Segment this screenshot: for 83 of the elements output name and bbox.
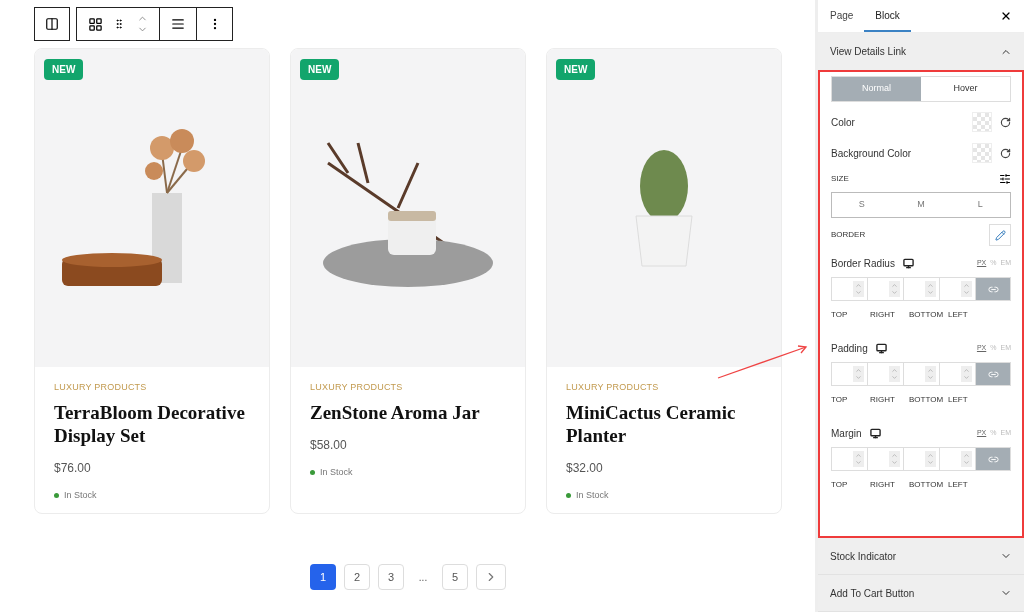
page-button[interactable]: 1 bbox=[310, 564, 336, 590]
product-price: $32.00 bbox=[566, 459, 604, 477]
new-badge: NEW bbox=[300, 59, 340, 80]
section-title: View Details Link bbox=[830, 45, 906, 59]
section-header[interactable]: Add To Cart Button bbox=[818, 575, 1024, 612]
stock-status: In Stock bbox=[64, 488, 97, 502]
stepper-icon[interactable] bbox=[889, 451, 900, 467]
border-label: BORDER bbox=[831, 229, 866, 241]
stepper-icon[interactable] bbox=[961, 281, 972, 297]
link-values-button[interactable] bbox=[976, 363, 1010, 385]
link-values-button[interactable] bbox=[976, 278, 1010, 300]
stepper-icon[interactable] bbox=[853, 366, 864, 382]
product-title[interactable]: ZenStone Aroma Jar bbox=[310, 400, 506, 424]
size-option[interactable]: S bbox=[832, 193, 892, 217]
product-card[interactable]: NEW LUXURY PRODUCTS MiniCactus Ceramic Planter $32.00 In Stock bbox=[546, 48, 782, 514]
color-label: Background Color bbox=[831, 146, 912, 161]
section-header[interactable]: View Details Link bbox=[818, 33, 1024, 70]
color-label: Color bbox=[831, 115, 855, 130]
stock-status: In Stock bbox=[576, 488, 609, 502]
size-option[interactable]: M bbox=[891, 193, 951, 217]
desktop-icon[interactable] bbox=[875, 343, 887, 354]
section-header[interactable]: Stock Indicator bbox=[818, 538, 1024, 575]
product-price: $58.00 bbox=[310, 436, 348, 454]
side-label: TOP bbox=[831, 394, 849, 406]
side-label: BOTTOM bbox=[909, 394, 945, 406]
sliders-icon[interactable] bbox=[999, 173, 1011, 185]
stepper-icon[interactable] bbox=[925, 366, 936, 382]
link-values-button[interactable] bbox=[976, 448, 1010, 470]
product-title[interactable]: TerraBloom Decorative Display Set bbox=[54, 400, 250, 447]
product-category: LUXURY PRODUCTS bbox=[54, 381, 148, 394]
sidebar-tab[interactable]: Page bbox=[830, 0, 865, 32]
edit-border-button[interactable] bbox=[989, 224, 1011, 246]
section-title: Stock Indicator bbox=[830, 549, 897, 564]
side-label: RIGHT bbox=[870, 394, 896, 406]
side-label: TOP bbox=[831, 309, 849, 321]
reset-icon[interactable] bbox=[1000, 147, 1011, 159]
pagination-ellipsis: ... bbox=[417, 570, 429, 585]
spacing-label: Padding bbox=[831, 342, 868, 356]
side-label: LEFT bbox=[948, 479, 969, 491]
stepper-icon[interactable] bbox=[925, 451, 936, 467]
grid-icon bbox=[87, 16, 103, 32]
size-label: SIZE bbox=[831, 173, 849, 185]
product-title[interactable]: MiniCactus Ceramic Planter bbox=[566, 400, 762, 447]
pencil-icon bbox=[994, 229, 1006, 241]
color-swatch[interactable] bbox=[972, 112, 992, 132]
stepper-icon[interactable] bbox=[853, 281, 864, 297]
block-type-button[interactable] bbox=[34, 7, 70, 41]
new-badge: NEW bbox=[44, 59, 84, 80]
product-category: LUXURY PRODUCTS bbox=[566, 381, 660, 394]
stepper-icon[interactable] bbox=[961, 451, 972, 467]
stepper-icon[interactable] bbox=[889, 281, 900, 297]
product-category: LUXURY PRODUCTS bbox=[310, 381, 404, 394]
side-label: BOTTOM bbox=[909, 479, 945, 491]
desktop-icon[interactable] bbox=[902, 258, 914, 269]
stepper-icon[interactable] bbox=[853, 451, 864, 467]
color-swatch[interactable] bbox=[972, 143, 992, 163]
page-button[interactable]: 3 bbox=[378, 564, 404, 590]
desktop-icon[interactable] bbox=[869, 428, 881, 439]
columns-icon bbox=[45, 17, 59, 31]
product-price: $76.00 bbox=[54, 459, 92, 477]
side-label: BOTTOM bbox=[909, 309, 945, 321]
product-card[interactable]: NEW LUXURY PRODUCTS TerraBloom Decorative Display Set $76.00 In Stock bbox=[34, 48, 270, 514]
next-page-button[interactable] bbox=[476, 564, 506, 590]
stock-status: In Stock bbox=[320, 465, 353, 479]
new-badge: NEW bbox=[556, 59, 596, 80]
side-label: LEFT bbox=[948, 394, 969, 406]
stepper-icon[interactable] bbox=[889, 366, 900, 382]
side-label: TOP bbox=[831, 479, 849, 491]
stepper-icon[interactable] bbox=[925, 281, 936, 297]
product-card[interactable]: NEW LUXURY PRODUCTS ZenStone Aroma Jar $58.00 In Stock bbox=[290, 48, 526, 514]
side-label: RIGHT bbox=[870, 309, 896, 321]
close-icon[interactable] bbox=[1000, 10, 1012, 22]
section-title: Add To Cart Button bbox=[830, 586, 915, 601]
side-label: LEFT bbox=[948, 309, 969, 321]
stepper-icon[interactable] bbox=[961, 366, 972, 382]
page-button[interactable]: 2 bbox=[344, 564, 370, 590]
spacing-label: Margin bbox=[831, 427, 862, 441]
spacing-label: Border Radius bbox=[831, 257, 895, 271]
side-label: RIGHT bbox=[870, 479, 896, 491]
align-icon bbox=[171, 17, 185, 31]
reset-icon[interactable] bbox=[1000, 116, 1011, 128]
size-option[interactable]: L bbox=[950, 193, 1010, 217]
page-button[interactable]: 5 bbox=[442, 564, 468, 590]
